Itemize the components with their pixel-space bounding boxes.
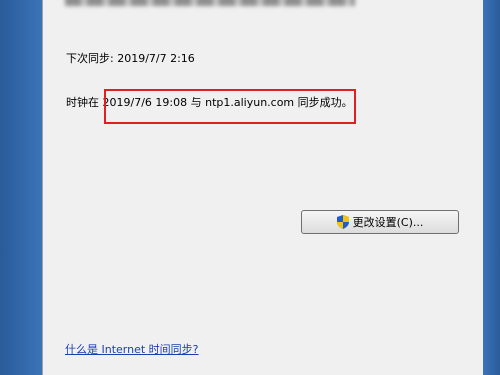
blurred-header-text	[65, 0, 355, 6]
sync-status-prefix: 时钟在	[66, 96, 103, 109]
change-settings-label: 更改设置(C)...	[352, 216, 424, 229]
change-settings-button[interactable]: 更改设置(C)...	[301, 210, 459, 234]
internet-time-dialog: 下次同步: 2019/7/7 2:16 时钟在 2019/7/6 19:08 与…	[42, 0, 484, 375]
internet-time-help-link[interactable]: 什么是 Internet 时间同步?	[65, 341, 199, 357]
desktop-background-left	[0, 0, 42, 375]
uac-shield-icon	[336, 215, 349, 229]
red-highlight-box	[104, 89, 356, 124]
desktop-background-right	[483, 0, 500, 375]
next-sync-text: 下次同步: 2019/7/7 2:16	[66, 52, 195, 65]
